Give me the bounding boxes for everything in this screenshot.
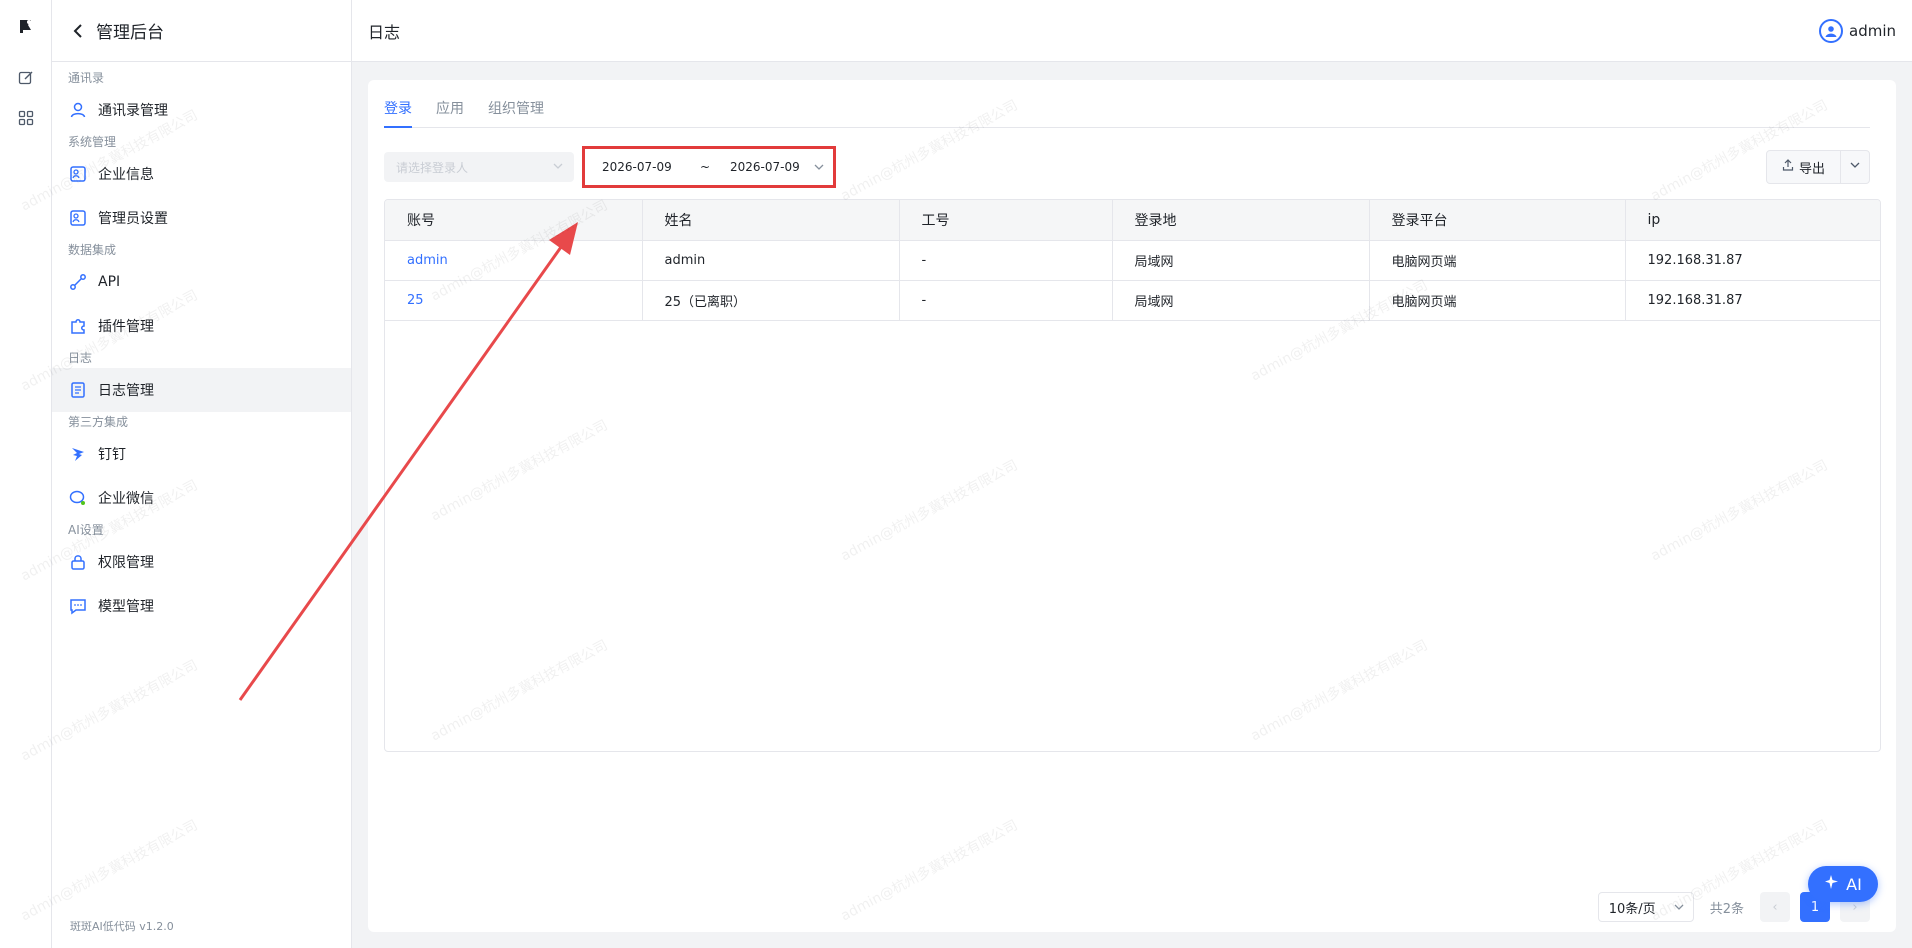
ai-button-label: AI: [1846, 874, 1862, 894]
chevron-down-icon: [1673, 901, 1685, 917]
sidebar-item-api[interactable]: API: [52, 260, 351, 304]
sidebar-item-wecom[interactable]: 企业微信: [52, 476, 351, 520]
user-menu[interactable]: admin: [1819, 19, 1896, 43]
sparkle-icon: [1824, 874, 1840, 894]
login-user-placeholder: 请选择登录人: [396, 160, 469, 175]
icon-rail: [0, 0, 52, 948]
prev-page-button[interactable]: ‹: [1760, 892, 1790, 922]
sidebar-item-permissions[interactable]: 权限管理: [52, 540, 351, 584]
app-logo-icon[interactable]: [14, 14, 38, 38]
group-label-system: 系统管理: [68, 135, 117, 149]
col-ip: ip: [1625, 200, 1880, 241]
col-login-platform: 登录平台: [1369, 200, 1626, 241]
export-label: 导出: [1798, 161, 1825, 177]
wecom-icon: [68, 488, 88, 508]
cell-ip: 192.168.31.87: [1625, 280, 1880, 321]
sidebar-item-label: 管理员设置: [98, 211, 168, 227]
export-button-group: 导出: [1766, 150, 1870, 184]
col-login-location: 登录地: [1112, 200, 1370, 241]
upload-icon: [1782, 159, 1794, 175]
api-icon: [68, 272, 88, 292]
sidebar-item-contacts[interactable]: 通讯录管理: [52, 88, 351, 132]
date-separator: ~: [700, 160, 711, 174]
tab-bar: 登录 应用 组织管理: [384, 98, 1870, 128]
date-end[interactable]: 2026-07-09: [730, 160, 800, 174]
log-panel: 登录 应用 组织管理 请选择登录人 2026-07-09 ~ 2026-07-0…: [368, 80, 1896, 932]
sidebar-item-admin-settings[interactable]: 管理员设置: [52, 196, 351, 240]
cell-name: 25（已离职）: [642, 280, 900, 321]
version-footer: 斑斑AI低代码 v1.2.0: [70, 920, 174, 933]
sidebar-item-label: 企业微信: [98, 491, 154, 507]
export-button[interactable]: 导出: [1767, 151, 1841, 183]
sidebar-item-plugins[interactable]: 插件管理: [52, 304, 351, 348]
cell-location: 局域网: [1112, 240, 1370, 281]
cell-employee-id: -: [899, 240, 1113, 281]
group-label-logs: 日志: [68, 351, 93, 365]
cell-platform: 电脑网页端: [1369, 280, 1626, 321]
table-row: admin admin - 局域网 电脑网页端 192.168.31.87: [385, 240, 1880, 281]
page-size-value: 10条/页: [1608, 901, 1656, 917]
export-dropdown[interactable]: [1841, 151, 1869, 183]
cell-platform: 电脑网页端: [1369, 240, 1626, 281]
apps-grid-icon[interactable]: [14, 106, 38, 130]
group-label-ai: AI设置: [68, 523, 104, 537]
username: admin: [1849, 22, 1896, 40]
sidebar: 管理后台 通讯录 通讯录管理 系统管理 企业信息 管理员设置 数据集成 API …: [52, 0, 352, 948]
building-icon: [68, 164, 88, 184]
tab-login[interactable]: 登录: [384, 98, 412, 128]
login-log-table: 账号 姓名 工号 登录地 登录平台 ip admin admin - 局域网 电…: [384, 199, 1881, 752]
table-header-row: 账号 姓名 工号 登录地 登录平台 ip: [385, 200, 1880, 241]
cell-location: 局域网: [1112, 280, 1370, 321]
dingtalk-icon: [68, 444, 88, 464]
sidebar-item-label: 权限管理: [98, 555, 154, 571]
tab-org-management[interactable]: 组织管理: [488, 98, 544, 128]
back-icon[interactable]: [70, 23, 86, 39]
sidebar-item-label: 日志管理: [98, 383, 154, 399]
edit-icon[interactable]: [14, 66, 38, 90]
user-icon: [68, 100, 88, 120]
chat-icon: [68, 596, 88, 616]
chevron-down-icon: [813, 161, 825, 176]
login-user-select[interactable]: 请选择登录人: [384, 152, 574, 182]
cell-employee-id: -: [899, 280, 1113, 321]
sidebar-item-label: API: [98, 274, 121, 290]
avatar-icon: [1819, 19, 1843, 43]
account-link[interactable]: admin: [385, 240, 643, 281]
cell-ip: 192.168.31.87: [1625, 240, 1880, 281]
chevron-down-icon: [552, 160, 564, 175]
sidebar-item-label: 企业信息: [98, 167, 154, 183]
sidebar-item-label: 通讯录管理: [98, 103, 168, 119]
group-label-data: 数据集成: [68, 243, 117, 257]
sidebar-item-label: 插件管理: [98, 319, 154, 335]
sidebar-item-dingtalk[interactable]: 钉钉: [52, 432, 351, 476]
account-link[interactable]: 25: [385, 280, 643, 321]
admin-icon: [68, 208, 88, 228]
page-size-select[interactable]: 10条/页: [1597, 892, 1694, 922]
sidebar-item-label: 模型管理: [98, 599, 154, 615]
group-label-contacts: 通讯录: [68, 71, 105, 85]
col-name: 姓名: [642, 200, 900, 241]
date-start[interactable]: 2026-07-09: [602, 160, 672, 174]
top-bar: 日志 admin: [352, 0, 1912, 62]
date-range-picker[interactable]: 2026-07-09 ~ 2026-07-09: [582, 146, 836, 188]
col-employee-id: 工号: [899, 200, 1113, 241]
cell-name: admin: [642, 240, 900, 281]
group-label-third-party: 第三方集成: [68, 415, 129, 429]
ai-assistant-button[interactable]: AI: [1808, 866, 1878, 902]
plugin-icon: [68, 316, 88, 336]
log-icon: [68, 380, 88, 400]
chevron-down-icon: [1849, 159, 1861, 175]
col-account: 账号: [385, 200, 643, 241]
page-title: 日志: [368, 22, 401, 42]
sidebar-item-label: 钉钉: [98, 447, 126, 463]
table-row: 25 25（已离职） - 局域网 电脑网页端 192.168.31.87: [385, 280, 1880, 321]
lock-icon: [68, 552, 88, 572]
sidebar-item-models[interactable]: 模型管理: [52, 584, 351, 628]
total-count: 共2条: [1709, 901, 1744, 917]
sidebar-item-company-info[interactable]: 企业信息: [52, 152, 351, 196]
tab-apps[interactable]: 应用: [436, 98, 464, 128]
sidebar-title: 管理后台: [96, 23, 164, 43]
sidebar-item-log-management[interactable]: 日志管理: [52, 368, 351, 412]
sidebar-header: 管理后台: [52, 0, 351, 62]
